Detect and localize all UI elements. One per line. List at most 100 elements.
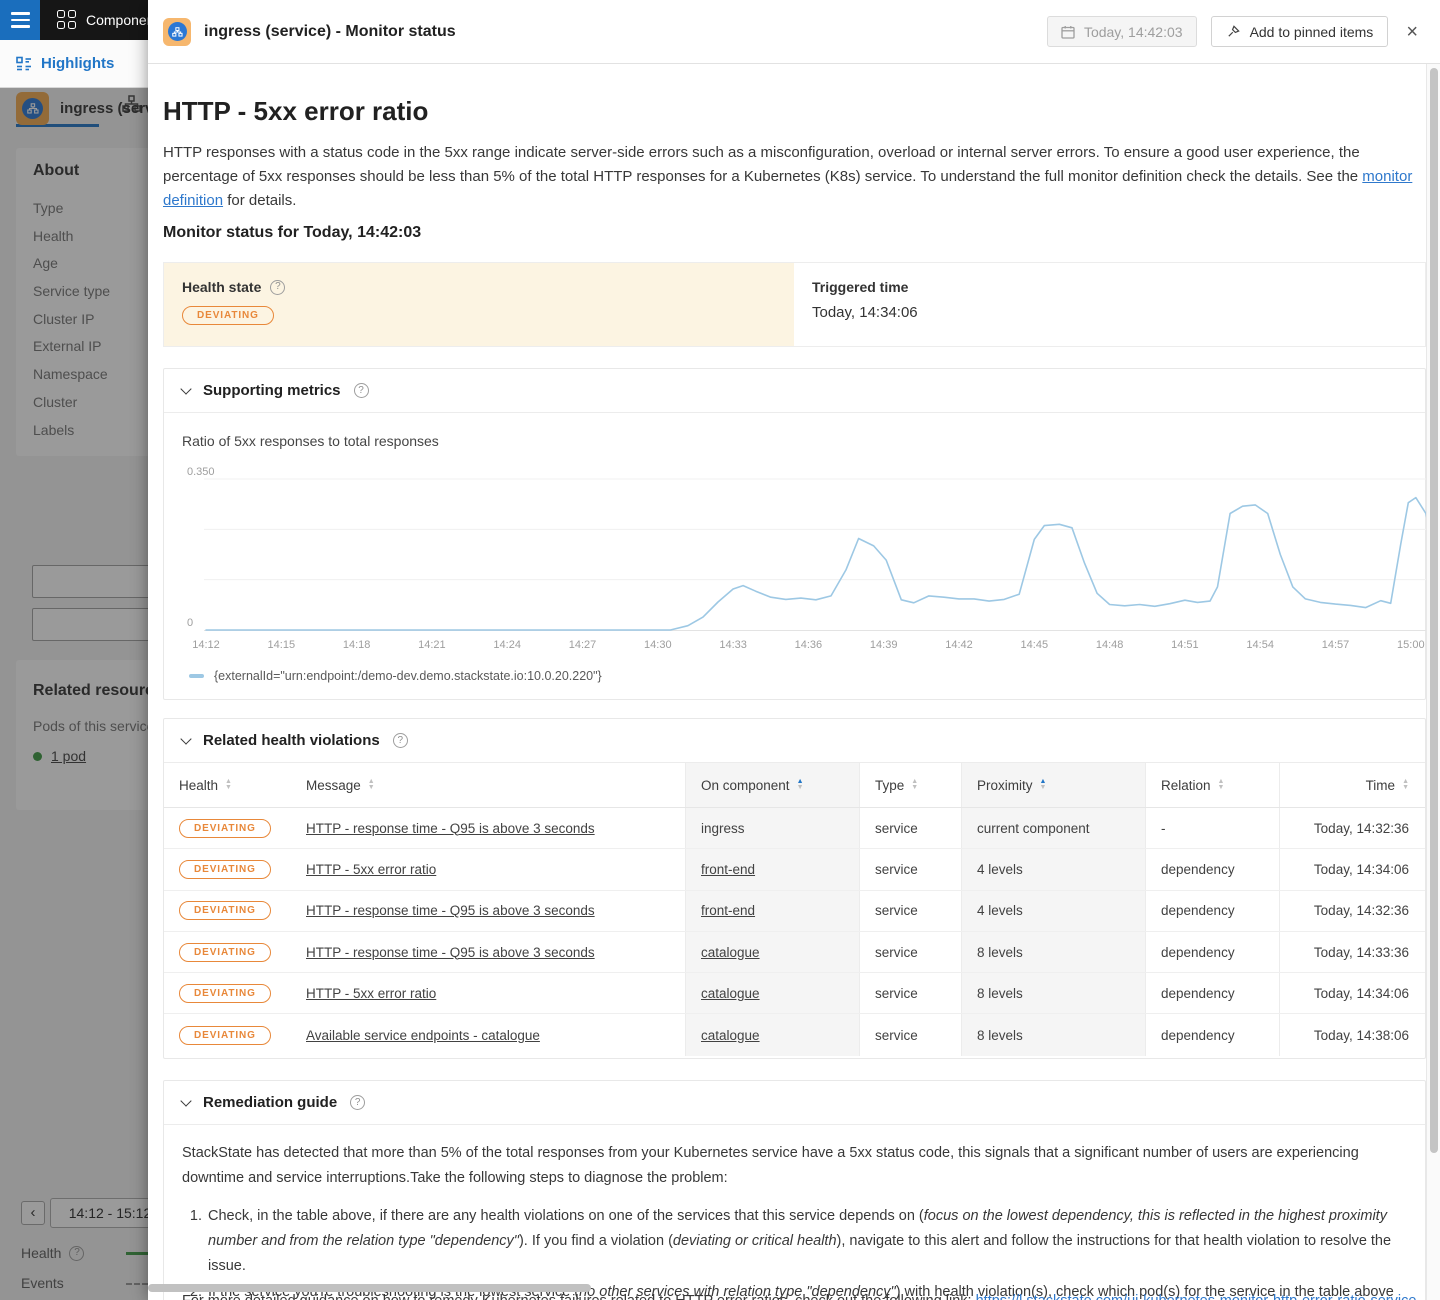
calendar-icon <box>1061 25 1075 39</box>
time-selector-label: Today, 14:42:03 <box>1084 24 1183 40</box>
col-proximity[interactable]: Proximity▲▼ <box>961 763 1145 807</box>
col-type[interactable]: Type▲▼ <box>859 763 961 807</box>
col-message[interactable]: Message▲▼ <box>291 763 685 807</box>
violation-message-link[interactable]: HTTP - response time - Q95 is above 3 se… <box>306 903 595 918</box>
tab-highlights-label: Highlights <box>41 55 114 72</box>
supporting-metrics-title: Supporting metrics <box>203 382 341 399</box>
metrics-chart: 0.350014:1214:1514:1814:2114:2414:2714:3… <box>164 461 1427 656</box>
svg-text:0: 0 <box>187 617 193 629</box>
time-selector-button[interactable]: Today, 14:42:03 <box>1047 16 1197 47</box>
add-to-pinned-label: Add to pinned items <box>1250 24 1374 40</box>
col-time[interactable]: Time▲▼ <box>1279 763 1425 807</box>
violation-message-link[interactable]: HTTP - 5xx error ratio <box>306 862 436 877</box>
remediation-doc-link[interactable]: https://l.stackstate.com/ui-kubernetes-m… <box>976 1293 1417 1300</box>
supporting-metrics-section: Supporting metrics ? Ratio of 5xx respon… <box>163 368 1426 700</box>
relation-value: dependency <box>1161 986 1235 1001</box>
sort-icon-active: ▲▼ <box>1040 779 1047 791</box>
col-health[interactable]: Health▲▼ <box>164 763 291 807</box>
component-link[interactable]: catalogue <box>701 986 760 1001</box>
modal-header: ingress (service) - Monitor status Today… <box>148 0 1440 64</box>
violations-table-header: Health▲▼ Message▲▼ On component▲▼ Type▲▼… <box>164 763 1425 808</box>
deviating-badge: DEVIATING <box>179 901 271 920</box>
tab-highlights[interactable]: Highlights <box>16 40 114 87</box>
supporting-metrics-header[interactable]: Supporting metrics ? <box>164 369 1425 413</box>
svg-text:14:21: 14:21 <box>418 639 446 651</box>
violation-time: Today, 14:34:06 <box>1314 986 1409 1001</box>
proximity-value: 8 levels <box>977 1028 1023 1043</box>
vertical-scrollbar-thumb[interactable] <box>1430 68 1438 1153</box>
deviating-badge: DEVIATING <box>179 943 271 962</box>
component-type: service <box>875 945 918 960</box>
remediation-guide-section: Remediation guide ? StackState has detec… <box>163 1080 1426 1300</box>
health-state-label: Health state <box>182 279 261 295</box>
component-link[interactable]: front-end <box>701 903 755 918</box>
triggered-time-card: Triggered time Today, 14:34:06 <box>794 263 1425 346</box>
deviating-badge: DEVIATING <box>179 819 271 838</box>
description-text-end: for details. <box>223 192 296 209</box>
horizontal-scrollbar-thumb[interactable] <box>148 1284 591 1292</box>
help-icon[interactable]: ? <box>354 383 369 398</box>
relation-value: - <box>1161 821 1166 836</box>
component-type: service <box>875 903 918 918</box>
violation-message-link[interactable]: Available service endpoints - catalogue <box>306 1028 540 1043</box>
relation-value: dependency <box>1161 903 1235 918</box>
col-on-component[interactable]: On component▲▼ <box>685 763 859 807</box>
triggered-time-value: Today, 14:34:06 <box>812 304 1407 321</box>
sort-icon: ▲▼ <box>225 779 232 791</box>
component-link[interactable]: catalogue <box>701 945 760 960</box>
svg-text:14:54: 14:54 <box>1246 639 1274 651</box>
vertical-scrollbar-track[interactable] <box>1426 64 1440 1300</box>
proximity-value: 8 levels <box>977 945 1023 960</box>
help-icon[interactable]: ? <box>270 280 285 295</box>
relation-value: dependency <box>1161 1028 1235 1043</box>
component-link[interactable]: front-end <box>701 862 755 877</box>
chevron-down-icon <box>180 733 191 744</box>
component-link[interactable]: catalogue <box>701 1028 760 1043</box>
violation-row: DEVIATING HTTP - response time - Q95 is … <box>164 891 1425 932</box>
health-state-card: Health state ? DEVIATING <box>164 263 794 346</box>
screen: Component Highlights <box>0 0 1440 1300</box>
violation-message-link[interactable]: HTTP - 5xx error ratio <box>306 986 436 1001</box>
col-relation[interactable]: Relation▲▼ <box>1145 763 1279 807</box>
close-icon[interactable]: × <box>1406 22 1418 42</box>
sort-icon: ▲▼ <box>911 779 918 791</box>
hamburger-menu-button[interactable] <box>0 0 40 40</box>
violation-message-link[interactable]: HTTP - response time - Q95 is above 3 se… <box>306 945 595 960</box>
proximity-value: 4 levels <box>977 862 1023 877</box>
chart-title: Ratio of 5xx responses to total response… <box>182 433 439 449</box>
components-grid-icon <box>57 10 78 31</box>
remediation-step-1: Check, in the table above, if there are … <box>206 1204 1407 1279</box>
health-state-badge: DEVIATING <box>182 306 274 325</box>
violation-message-link[interactable]: HTTP - response time - Q95 is above 3 se… <box>306 821 595 836</box>
proximity-value: 4 levels <box>977 903 1023 918</box>
remediation-body: StackState has detected that more than 5… <box>182 1141 1407 1300</box>
status-cards-row: Health state ? DEVIATING Triggered time … <box>163 262 1426 347</box>
pin-icon <box>1226 24 1241 39</box>
violation-row: DEVIATING HTTP - 5xx error ratio catalog… <box>164 973 1425 1014</box>
highlights-icon <box>16 56 32 72</box>
proximity-value: 8 levels <box>977 986 1023 1001</box>
violation-time: Today, 14:32:36 <box>1314 821 1409 836</box>
svg-text:14:24: 14:24 <box>493 639 521 651</box>
svg-text:14:48: 14:48 <box>1096 639 1124 651</box>
chart-legend: {externalId="urn:endpoint:/demo-dev.demo… <box>189 669 602 683</box>
status-heading: Monitor status for Today, 14:42:03 <box>163 224 421 242</box>
svg-text:14:18: 14:18 <box>343 639 371 651</box>
modal-title: ingress (service) - Monitor status <box>204 23 456 41</box>
sort-icon: ▲▼ <box>1218 779 1225 791</box>
help-icon[interactable]: ? <box>393 733 408 748</box>
add-to-pinned-button[interactable]: Add to pinned items <box>1211 16 1389 47</box>
help-icon[interactable]: ? <box>350 1095 365 1110</box>
violation-row: DEVIATING Available service endpoints - … <box>164 1014 1425 1055</box>
chevron-down-icon <box>180 383 191 394</box>
component-type: service <box>875 1028 918 1043</box>
deviating-badge: DEVIATING <box>179 984 271 1003</box>
monitor-status-modal: ingress (service) - Monitor status Today… <box>148 0 1440 1300</box>
violations-header[interactable]: Related health violations ? <box>164 719 1425 763</box>
proximity-value: current component <box>977 821 1090 836</box>
remediation-title: Remediation guide <box>203 1094 337 1111</box>
violation-time: Today, 14:38:06 <box>1314 1028 1409 1043</box>
remediation-header[interactable]: Remediation guide ? <box>164 1081 1425 1125</box>
modal-backdrop[interactable] <box>0 88 148 1300</box>
legend-label: {externalId="urn:endpoint:/demo-dev.demo… <box>214 669 602 683</box>
